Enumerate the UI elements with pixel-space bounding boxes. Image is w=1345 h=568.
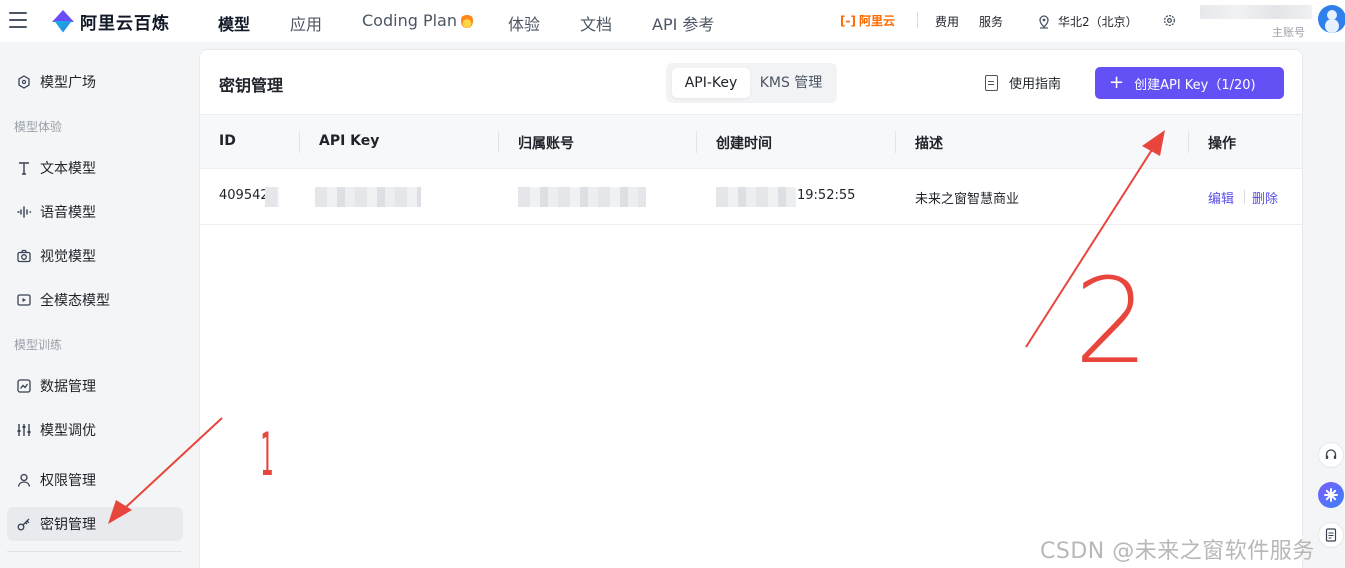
divider (7, 551, 182, 552)
cell-created-time: 19:52:55 (797, 188, 856, 203)
tab-kms-management[interactable]: KMS 管理 (750, 68, 832, 98)
sidebar-item-label: 模型广场 (40, 75, 96, 91)
document-icon[interactable] (1318, 522, 1344, 548)
create-api-key-label: 创建API Key（1/20) (1134, 77, 1256, 93)
sidebar-item-label: 文本模型 (40, 161, 96, 177)
plus-icon: + (1109, 72, 1125, 93)
menu-icon[interactable] (9, 12, 27, 28)
masked-id-suffix (265, 187, 279, 207)
account-name-blurred (1200, 5, 1312, 19)
masked-api-key (315, 187, 421, 207)
table-row: 409542 19:52:55 未来之窗智慧商业 编辑 删除 (200, 169, 1302, 225)
create-api-key-button[interactable]: + 创建API Key（1/20) (1095, 67, 1284, 99)
sidebar-item-label: 视觉模型 (40, 249, 96, 265)
column-header-id: ID (219, 133, 236, 149)
chart-line-icon (17, 379, 31, 393)
aliyun-label: 阿里云 (858, 14, 895, 28)
fee-link[interactable]: 费用 (935, 13, 959, 30)
column-divider (299, 131, 300, 153)
csdn-watermark: CSDN @未来之窗软件服务 (1040, 539, 1315, 564)
table-header: ID API Key 归属账号 创建时间 描述 操作 (200, 114, 1302, 169)
usage-guide-link[interactable]: 使用指南 (985, 73, 1061, 92)
sidebar-item-multimodal-model[interactable]: 全模态模型 (7, 283, 183, 317)
aliyun-logo[interactable]: [-] 阿里云 (840, 12, 895, 29)
column-divider (1188, 131, 1189, 153)
column-header-account: 归属账号 (518, 136, 574, 152)
sidebar-item-audio-model[interactable]: 语音模型 (7, 195, 183, 229)
bailian-logo[interactable]: 阿里云百炼 (52, 9, 170, 34)
sidebar-item-key-management[interactable]: 密钥管理 (7, 507, 183, 541)
column-header-actions: 操作 (1208, 136, 1236, 152)
sidebar-item-permission[interactable]: 权限管理 (7, 463, 183, 497)
column-header-created-time: 创建时间 (716, 136, 772, 152)
logo-text: 阿里云百炼 (80, 14, 170, 34)
key-icon (17, 518, 30, 531)
avatar[interactable] (1318, 5, 1345, 33)
ai-assistant-icon[interactable] (1318, 482, 1344, 508)
sidebar-item-label: 数据管理 (40, 379, 96, 395)
annotation-number-2: 2 (1074, 252, 1150, 390)
sidebar-group-training: 模型训练 (14, 338, 63, 352)
column-header-description: 描述 (915, 136, 943, 152)
nav-coding-plan-label: Coding Plan (362, 11, 457, 30)
sidebar-item-label: 权限管理 (40, 473, 96, 489)
edit-link[interactable]: 编辑 (1208, 188, 1234, 207)
nav-models[interactable]: 模型 (218, 11, 250, 35)
tab-switcher: API-Key KMS 管理 (666, 63, 837, 103)
usage-guide-label: 使用指南 (1009, 77, 1062, 92)
column-header-api-key: API Key (319, 133, 380, 149)
nav-coding-plan[interactable]: Coding Plan (362, 11, 473, 30)
location-pin-icon (1039, 14, 1049, 29)
tuning-sliders-icon (17, 424, 31, 436)
nav-experience[interactable]: 体验 (508, 11, 540, 35)
sidebar-group-experience: 模型体验 (14, 120, 63, 134)
sidebar-item-model-square[interactable]: 模型广场 (7, 65, 183, 99)
divider (1244, 190, 1245, 204)
page-title: 密钥管理 (219, 76, 284, 95)
region-label: 华北2（北京） (1058, 15, 1138, 29)
masked-account (518, 187, 646, 207)
sidebar-item-vision-model[interactable]: 视觉模型 (7, 239, 183, 273)
region-selector[interactable]: 华北2（北京） (1038, 13, 1138, 30)
sidebar: 模型广场 模型体验 文本模型 语音模型 视觉模型 全模态模型 模型训练 数据管理… (0, 42, 190, 568)
masked-date (716, 187, 796, 207)
cell-id: 409542 (219, 188, 269, 203)
divider (917, 12, 918, 28)
model-square-icon (18, 75, 30, 89)
headset-icon[interactable] (1318, 442, 1344, 468)
fire-icon (460, 13, 473, 28)
sidebar-item-label: 密钥管理 (40, 517, 96, 533)
column-divider (696, 131, 697, 153)
text-model-icon (19, 162, 29, 175)
sidebar-item-data-management[interactable]: 数据管理 (7, 369, 183, 403)
cell-description: 未来之窗智慧商业 (915, 192, 1020, 207)
gear-icon[interactable] (1162, 13, 1177, 28)
camera-icon (17, 249, 31, 263)
sidebar-item-text-model[interactable]: 文本模型 (7, 151, 183, 185)
document-icon (985, 74, 998, 91)
nav-api-reference[interactable]: API 参考 (652, 11, 714, 35)
user-icon (17, 473, 31, 487)
sidebar-item-label: 全模态模型 (40, 293, 110, 309)
delete-link[interactable]: 删除 (1252, 188, 1278, 207)
tab-api-key[interactable]: API-Key (672, 68, 750, 98)
sidebar-item-label: 模型调优 (40, 423, 96, 439)
sidebar-item-model-tuning[interactable]: 模型调优 (7, 413, 183, 447)
annotation-number-1: 1 (260, 420, 274, 490)
sidebar-item-label: 语音模型 (40, 205, 96, 221)
column-divider (895, 131, 896, 153)
bailian-logo-icon (52, 9, 74, 34)
top-navigation-bar: 阿里云百炼 模型 应用 Coding Plan 体验 文档 API 参考 [-]… (0, 0, 1345, 42)
multimodal-icon (17, 294, 31, 306)
aliyun-bracket-icon: [-] (840, 14, 856, 28)
service-link[interactable]: 服务 (979, 13, 1003, 30)
nav-docs[interactable]: 文档 (580, 11, 612, 35)
audio-wave-icon (17, 206, 32, 218)
nav-apps[interactable]: 应用 (290, 11, 322, 35)
account-type-label: 主账号 (1272, 26, 1305, 39)
column-divider (498, 131, 499, 153)
